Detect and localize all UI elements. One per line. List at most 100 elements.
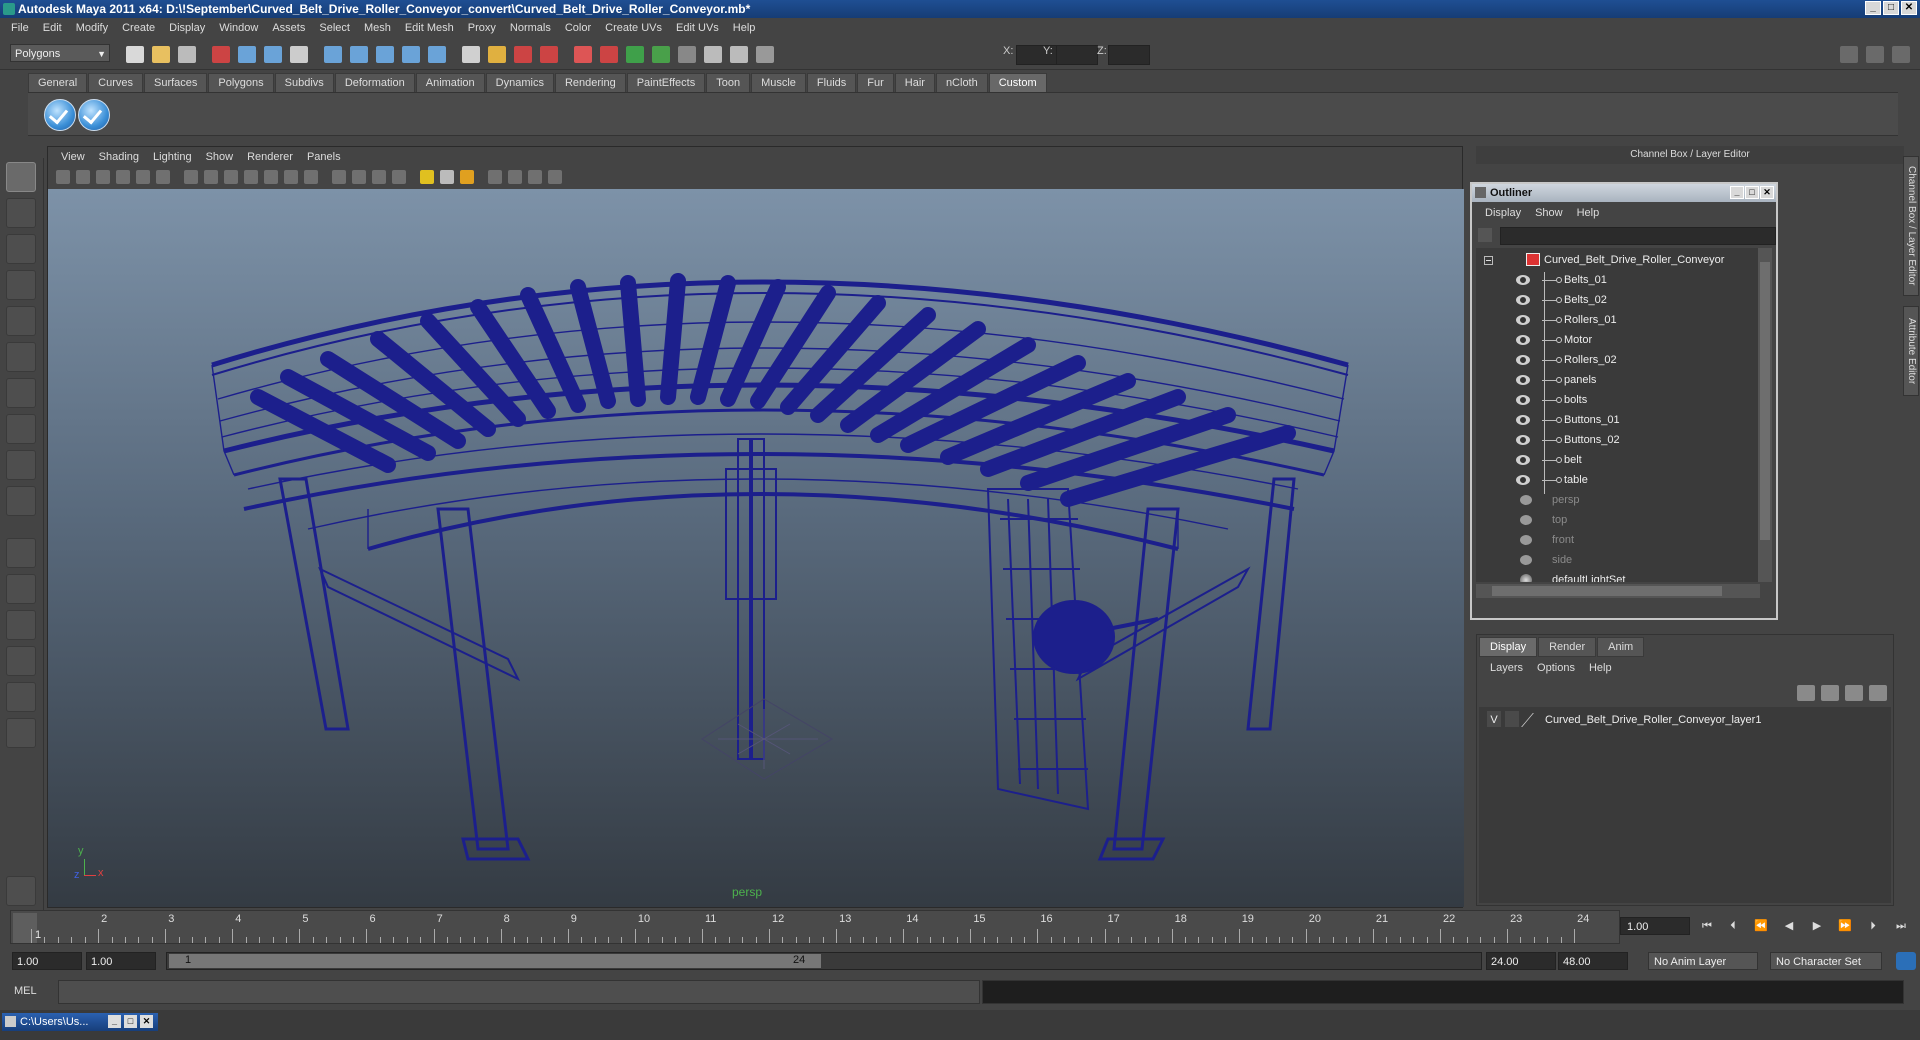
menu-create[interactable]: Create bbox=[115, 22, 162, 34]
grid-icon[interactable] bbox=[184, 170, 198, 184]
light-icon[interactable] bbox=[704, 46, 722, 63]
tab-anim[interactable]: Anim bbox=[1597, 637, 1645, 657]
hypershade-layout-icon[interactable] bbox=[6, 682, 36, 712]
shelf-tab-polygons[interactable]: Polygons bbox=[208, 73, 274, 92]
shelf-tab-painteffects[interactable]: PaintEffects bbox=[626, 73, 706, 92]
minimized-window-item[interactable]: C:\Users\Us... _ □ ✕ bbox=[2, 1013, 158, 1031]
default-light-icon[interactable] bbox=[420, 170, 434, 184]
render-settings-icon[interactable] bbox=[652, 46, 670, 63]
textured-icon[interactable] bbox=[392, 170, 406, 184]
play-forwards-icon[interactable]: ▶ bbox=[1806, 917, 1828, 935]
all-lights-icon[interactable] bbox=[440, 170, 454, 184]
shelf-tab-curves[interactable]: Curves bbox=[88, 73, 143, 92]
move-layer-up-icon[interactable] bbox=[1797, 685, 1815, 701]
shelf-check-button-2[interactable] bbox=[78, 99, 110, 131]
shelf-tab-dynamics[interactable]: Dynamics bbox=[485, 73, 554, 92]
camera-attributes-icon[interactable] bbox=[76, 170, 90, 184]
outliner-menu-help[interactable]: Help bbox=[1570, 207, 1607, 219]
new-layer-from-selection-icon[interactable] bbox=[1869, 685, 1887, 701]
shelf-tab-rendering[interactable]: Rendering bbox=[554, 73, 626, 92]
menu-help[interactable]: Help bbox=[726, 22, 763, 34]
menu-edit-mesh[interactable]: Edit Mesh bbox=[398, 22, 461, 34]
shelf-tab-animation[interactable]: Animation bbox=[415, 73, 485, 92]
open-scene-icon[interactable] bbox=[152, 46, 170, 63]
select-object-icon[interactable] bbox=[238, 46, 256, 63]
outliner-item-rollers_01[interactable]: Rollers_01 bbox=[1476, 310, 1760, 330]
viewport-menu-shading[interactable]: Shading bbox=[92, 151, 146, 163]
outliner-menu-show[interactable]: Show bbox=[1528, 207, 1570, 219]
menu-set-selector[interactable]: Polygons ▼ bbox=[10, 44, 110, 62]
layer-menu-layers[interactable]: Layers bbox=[1483, 662, 1530, 674]
y-input[interactable] bbox=[1056, 45, 1098, 65]
go-to-start-icon[interactable]: ⏮ bbox=[1696, 917, 1718, 935]
viewport-menu-panels[interactable]: Panels bbox=[300, 151, 348, 163]
outliner-item-defaultLightSet[interactable]: defaultLightSet bbox=[1476, 570, 1760, 582]
viewport-menu-show[interactable]: Show bbox=[199, 151, 241, 163]
close-window-button[interactable]: ✕ bbox=[140, 1015, 153, 1028]
layer-playback-toggle[interactable] bbox=[1505, 711, 1519, 727]
shelf-tab-surfaces[interactable]: Surfaces bbox=[143, 73, 208, 92]
auto-key-icon[interactable] bbox=[1896, 952, 1916, 970]
2d-pan-icon[interactable] bbox=[136, 170, 150, 184]
layer-row[interactable]: V Curved_Belt_Drive_Roller_Conveyor_laye… bbox=[1483, 711, 1887, 729]
bookmarks-icon[interactable] bbox=[96, 170, 110, 184]
show-manipulator-icon[interactable] bbox=[6, 450, 36, 480]
outliner-item-table[interactable]: table bbox=[1476, 470, 1760, 490]
layer-visibility-toggle[interactable]: V bbox=[1487, 711, 1501, 727]
soft-modification-icon[interactable] bbox=[6, 414, 36, 444]
range-slider-handle[interactable] bbox=[169, 954, 821, 968]
layer-menu-options[interactable]: Options bbox=[1530, 662, 1582, 674]
step-forward-key-icon[interactable]: ⏩ bbox=[1834, 917, 1856, 935]
outliner-item-belts_01[interactable]: Belts_01 bbox=[1476, 270, 1760, 290]
outliner-item-root[interactable]: Curved_Belt_Drive_Roller_Conveyor bbox=[1476, 250, 1760, 270]
ipr-render-icon[interactable] bbox=[626, 46, 644, 63]
menu-mesh[interactable]: Mesh bbox=[357, 22, 398, 34]
menu-edit-uvs[interactable]: Edit UVs bbox=[669, 22, 726, 34]
backface-culling-icon[interactable] bbox=[548, 170, 562, 184]
shelf-tab-deformation[interactable]: Deformation bbox=[334, 73, 415, 92]
input-ops-icon[interactable] bbox=[488, 46, 506, 63]
hypershade-icon[interactable] bbox=[678, 46, 696, 63]
move-tool-icon[interactable] bbox=[6, 270, 36, 300]
shelf-tab-subdivs[interactable]: Subdivs bbox=[274, 73, 334, 92]
smooth-shade-icon[interactable] bbox=[352, 170, 366, 184]
tab-display[interactable]: Display bbox=[1479, 637, 1538, 657]
maximize-button[interactable]: □ bbox=[1883, 1, 1899, 15]
persp-graph-layout-icon[interactable] bbox=[6, 646, 36, 676]
tab-render[interactable]: Render bbox=[1538, 637, 1597, 657]
gate-mask-icon[interactable] bbox=[244, 170, 258, 184]
outliner-item-side[interactable]: side bbox=[1476, 550, 1760, 570]
universal-manipulator-icon[interactable] bbox=[6, 378, 36, 408]
snap-live-icon[interactable] bbox=[428, 46, 446, 63]
snap-curve-icon[interactable] bbox=[350, 46, 368, 63]
outliner-item-bolts[interactable]: bolts bbox=[1476, 390, 1760, 410]
outliner-maximize-button[interactable]: □ bbox=[1745, 186, 1759, 199]
command-input[interactable] bbox=[58, 980, 980, 1004]
current-frame-marker[interactable]: 1 bbox=[13, 913, 41, 943]
outliner-item-panels[interactable]: panels bbox=[1476, 370, 1760, 390]
shelf-tab-fluids[interactable]: Fluids bbox=[806, 73, 857, 92]
persp-graph-outliner-layout-icon[interactable] bbox=[6, 718, 36, 748]
new-scene-icon[interactable] bbox=[126, 46, 144, 63]
go-to-end-icon[interactable]: ⏭ bbox=[1890, 917, 1912, 935]
play-backwards-icon[interactable]: ◀ bbox=[1778, 917, 1800, 935]
end-time-input[interactable]: 48.00 bbox=[1558, 952, 1628, 970]
snap-plane-icon[interactable] bbox=[402, 46, 420, 63]
shelf-tab-toon[interactable]: Toon bbox=[706, 73, 751, 92]
output-ops-icon[interactable] bbox=[514, 46, 532, 63]
safe-title-icon[interactable] bbox=[304, 170, 318, 184]
select-camera-icon[interactable] bbox=[56, 170, 70, 184]
shelf-tab-ncloth[interactable]: nCloth bbox=[935, 73, 988, 92]
viewport-menu-lighting[interactable]: Lighting bbox=[146, 151, 199, 163]
shelf-tab-fur[interactable]: Fur bbox=[857, 73, 894, 92]
snap-point-icon[interactable] bbox=[376, 46, 394, 63]
layer-color-swatch[interactable] bbox=[1521, 713, 1548, 727]
menu-edit[interactable]: Edit bbox=[36, 22, 69, 34]
outliner-close-button[interactable]: ✕ bbox=[1760, 186, 1774, 199]
history-icon[interactable] bbox=[462, 46, 480, 63]
z-input[interactable] bbox=[1108, 45, 1150, 65]
toggle-tool-settings-icon[interactable] bbox=[1866, 46, 1884, 63]
new-layer-icon[interactable] bbox=[1845, 685, 1863, 701]
menu-display[interactable]: Display bbox=[162, 22, 212, 34]
shelf-tab-hair[interactable]: Hair bbox=[894, 73, 935, 92]
